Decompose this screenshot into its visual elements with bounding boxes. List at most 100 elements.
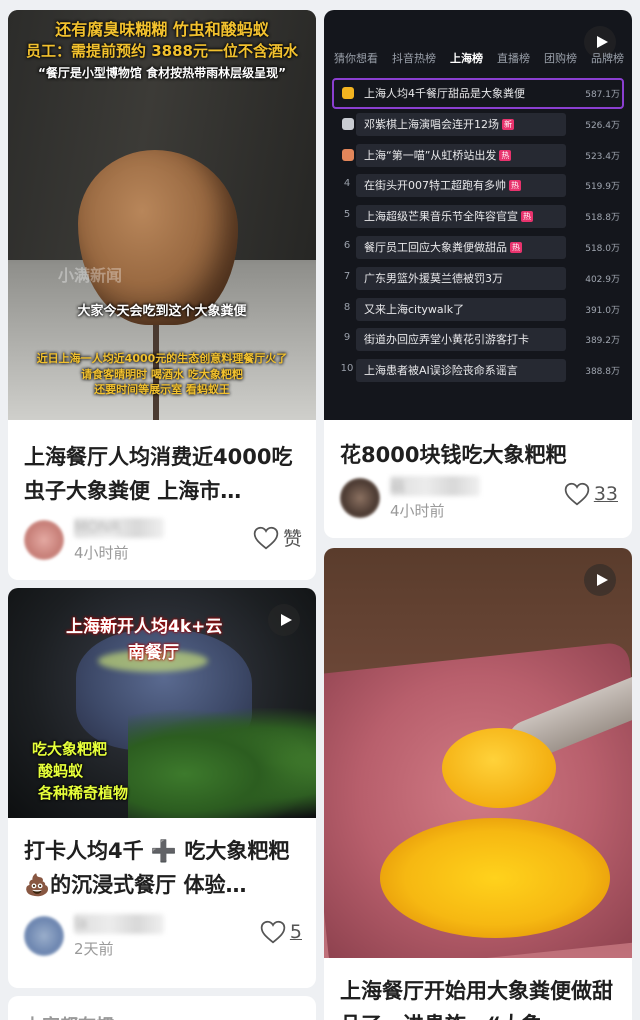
overlay-subtitle: 近日上海一人均近4000元的生态创意料理餐厅火了	[36, 352, 288, 365]
play-button[interactable]	[584, 564, 616, 596]
rank-title: 广东男篮外援莫兰德被罚3万	[364, 270, 503, 286]
rank-number: 5	[343, 209, 351, 221]
overlay-caption: 大家今天会吃到这个大象粪便	[77, 304, 247, 319]
tab-brand[interactable]: 品牌榜	[591, 50, 624, 66]
rank-tag-badge: 新	[502, 118, 514, 130]
like-button[interactable]: 33	[564, 482, 618, 506]
heart-icon	[260, 920, 286, 944]
rank-title-text: 餐厅员工回应大象粪便做甜品	[364, 240, 507, 254]
rank-tag-badge: 热	[521, 211, 533, 223]
post-meta: la 2天前 5	[24, 914, 302, 962]
rank-title: 街道办回应弄堂小黄花引游客打卡	[364, 331, 529, 347]
post-thumbnail[interactable]: 猜你想看 抖音热榜 上海榜 直播榜 团购榜 品牌榜 上海人均4千餐厅甜品是大象粪…	[324, 10, 632, 420]
author-name[interactable]: MONR	[74, 518, 164, 538]
ranking-item[interactable]: 8 又来上海citywalk了 391.0万	[332, 294, 624, 325]
ranking-list: 上海人均4千餐厅甜品是大象粪便 587.1万邓紫棋上海演唱会连开12场新 526.4…	[332, 78, 624, 386]
overlay-text: 还有腐臭味糊糊 竹虫和酸蚂蚁	[55, 20, 269, 39]
rank-title: 邓紫棋上海演唱会连开12场新	[364, 116, 514, 132]
post-thumbnail[interactable]: 还有腐臭味糊糊 竹虫和酸蚂蚁 员工：需提前预约 3888元一位不含酒水 “餐厅是…	[8, 10, 316, 420]
post-title[interactable]: 打卡人均4千 ➕ 吃大象粑粑💩的沉浸式餐厅 体验…	[8, 834, 316, 902]
like-count: 33	[593, 483, 618, 505]
post-time: 4小时前	[74, 544, 129, 562]
rank-number: 9	[343, 332, 351, 344]
rank-title: 又来上海citywalk了	[364, 301, 464, 317]
rank-title-text: 街道办回应弄堂小黄花引游客打卡	[364, 333, 529, 347]
heart-icon	[253, 526, 279, 549]
rank-medal-icon	[342, 117, 354, 130]
tab-douyin-hot[interactable]: 抖音热榜	[392, 50, 436, 66]
ranking-item[interactable]: 6 餐厅员工回应大象粪便做甜品热 518.0万	[332, 232, 624, 263]
plants-image	[128, 708, 316, 818]
post-title[interactable]: 上海餐厅开始用大象粪便做甜品了，进贵族…“大象	[324, 974, 632, 1020]
rank-title: 餐厅员工回应大象粪便做甜品热	[364, 239, 522, 255]
feed: 还有腐臭味糊糊 竹虫和酸蚂蚁 员工：需提前预约 3888元一位不含酒水 “餐厅是…	[0, 0, 640, 1020]
rank-title-text: 上海患者被AI误诊险丧命系谣言	[364, 364, 518, 378]
post-title[interactable]: 花8000块钱吃大象粑粑	[324, 438, 632, 472]
rank-number: 6	[343, 239, 351, 251]
author-name[interactable]: 萌	[390, 476, 480, 496]
post-card[interactable]: 上家都有惯	[8, 996, 316, 1020]
rank-number: 8	[343, 301, 351, 313]
rank-title-text: 上海超级芒果音乐节全阵容官宣	[364, 210, 518, 224]
dung-stone-image	[78, 150, 238, 325]
post-thumbnail[interactable]	[324, 548, 632, 958]
heart-icon	[564, 482, 590, 506]
post-title[interactable]: 上海餐厅人均消费近4000吃虫子大象粪便 上海市…	[8, 440, 316, 508]
post-card[interactable]: 上海新开人均4k+云 南餐厅 吃大象粑粑 酸蚂蚁 各种稀奇植物 打卡人均4千 ➕…	[8, 588, 316, 988]
egg-dessert-image	[380, 818, 610, 938]
rank-title-text: 在街头开007特工超跑有多帅	[364, 179, 506, 193]
rank-title-text: 邓紫棋上海演唱会连开12场	[364, 117, 499, 131]
ranking-item[interactable]: 10 上海患者被AI误诊险丧命系谣言 388.8万	[332, 355, 624, 386]
rank-title-text: 广东男篮外援莫兰德被罚3万	[364, 271, 503, 285]
overlay-text: 上海新开人均4k+云	[66, 617, 223, 637]
author-name[interactable]: la	[74, 914, 164, 934]
overlay-subtitle: 还要时间等展示室 看蚂蚁王	[94, 383, 230, 396]
avatar[interactable]	[340, 478, 380, 518]
post-card[interactable]: 上海餐厅开始用大象粪便做甜品了，进贵族…“大象	[324, 548, 632, 1020]
overlay-text: 各种稀奇植物	[38, 784, 129, 802]
tab-groupbuy[interactable]: 团购榜	[544, 50, 577, 66]
like-button[interactable]: 赞	[253, 524, 302, 551]
play-button[interactable]	[268, 604, 300, 636]
ranking-item[interactable]: 9 街道办回应弄堂小黄花引游客打卡 389.2万	[332, 324, 624, 355]
rank-heat-value: 518.8万	[585, 213, 620, 224]
ranking-item[interactable]: 5 上海超级芒果音乐节全阵容官宣热 518.8万	[332, 201, 624, 232]
rank-title: 上海人均4千餐厅甜品是大象粪便	[364, 85, 525, 101]
rank-number: 10	[340, 363, 354, 375]
tab-recommend[interactable]: 猜你想看	[334, 50, 378, 66]
rank-title-text: 又来上海citywalk了	[364, 302, 465, 316]
rank-heat-value: 388.8万	[585, 367, 620, 378]
avatar[interactable]	[24, 916, 64, 956]
watermark: 小满新闻	[58, 266, 123, 285]
like-count: 5	[289, 921, 302, 943]
rank-heat-value: 587.1万	[585, 90, 620, 100]
post-card[interactable]: 猜你想看 抖音热榜 上海榜 直播榜 团购榜 品牌榜 上海人均4千餐厅甜品是大象粪…	[324, 10, 632, 538]
tab-live[interactable]: 直播榜	[497, 50, 530, 66]
rank-heat-value: 523.4万	[585, 151, 620, 162]
ranking-item[interactable]: 4 在街头开007特工超跑有多帅热 519.9万	[332, 170, 624, 201]
like-button[interactable]: 5	[260, 920, 302, 944]
ranking-item[interactable]: 上海人均4千餐厅甜品是大象粪便 587.1万	[332, 78, 624, 109]
post-title-partial[interactable]: 上家都有惯	[8, 1010, 316, 1020]
overlay-text: 吃大象粑粑	[32, 740, 108, 758]
ranking-item[interactable]: 邓紫棋上海演唱会连开12场新 526.4万	[332, 109, 624, 140]
rank-heat-value: 391.0万	[585, 305, 620, 316]
rank-number: 7	[343, 270, 351, 282]
play-icon	[596, 36, 608, 48]
overlay-text: 员工：需提前预约 3888元一位不含酒水	[26, 42, 298, 60]
rank-tag-badge: 热	[509, 180, 521, 192]
rank-title: 上海“第一喵”从虹桥站出发热	[364, 147, 512, 163]
rank-heat-value: 402.9万	[585, 274, 620, 285]
rank-title-text: 上海“第一喵”从虹桥站出发	[364, 148, 497, 162]
play-icon	[280, 614, 292, 626]
ranking-item[interactable]: 7 广东男篮外援莫兰德被罚3万 402.9万	[332, 263, 624, 294]
post-card[interactable]: 还有腐臭味糊糊 竹虫和酸蚂蚁 员工：需提前预约 3888元一位不含酒水 “餐厅是…	[8, 10, 316, 580]
tab-shanghai[interactable]: 上海榜	[450, 50, 483, 66]
rank-title: 上海超级芒果音乐节全阵容官宣热	[364, 208, 533, 224]
rank-title: 上海患者被AI误诊险丧命系谣言	[364, 362, 518, 378]
overlay-text: “餐厅是小型博物馆 食材按热带雨林层级呈现”	[38, 66, 286, 80]
post-thumbnail[interactable]: 上海新开人均4k+云 南餐厅 吃大象粑粑 酸蚂蚁 各种稀奇植物	[8, 588, 316, 818]
avatar[interactable]	[24, 520, 64, 560]
post-time: 2天前	[74, 940, 114, 958]
ranking-item[interactable]: 上海“第一喵”从虹桥站出发热 523.4万	[332, 140, 624, 171]
